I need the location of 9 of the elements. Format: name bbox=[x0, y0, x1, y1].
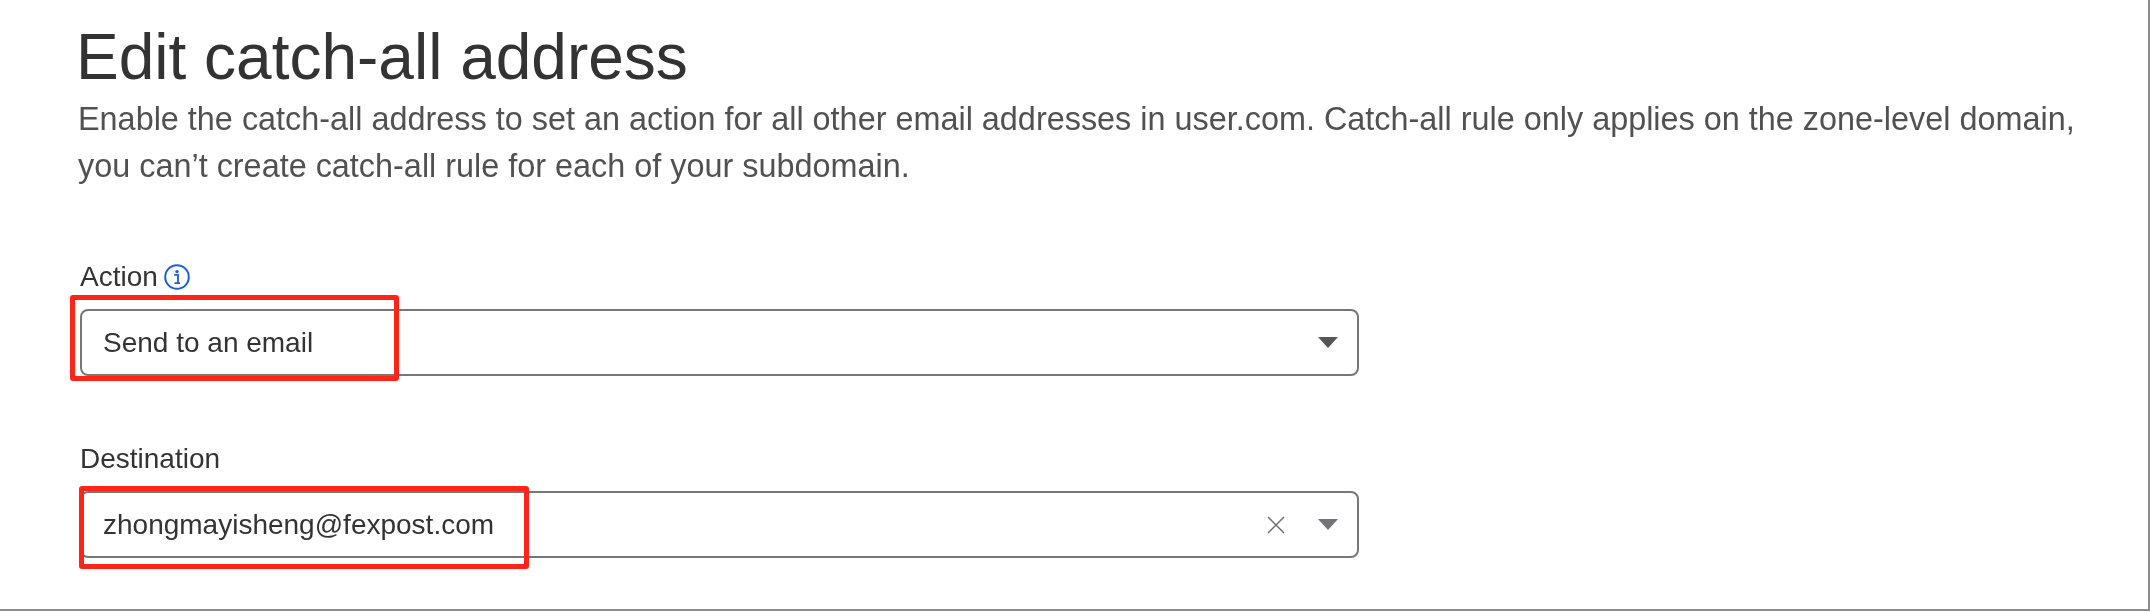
field-label: Action bbox=[80, 260, 158, 294]
caret-icon bbox=[1318, 337, 1338, 348]
caret-icon bbox=[1318, 519, 1338, 530]
dropdown-select[interactable]: Send to an email bbox=[80, 309, 1359, 376]
field-label: Destination bbox=[80, 442, 221, 476]
close-icon[interactable] bbox=[1267, 515, 1285, 534]
page-title: Edit catch-all address bbox=[76, 20, 688, 95]
info-icon[interactable] bbox=[163, 264, 190, 290]
description: Enable the catch-all address to set an action for all other email addresses in user.com. Catch-all rule only applies on the zone-level domain, you can’t create catch-all rule for each of your subdomain. bbox=[78, 100, 2076, 186]
